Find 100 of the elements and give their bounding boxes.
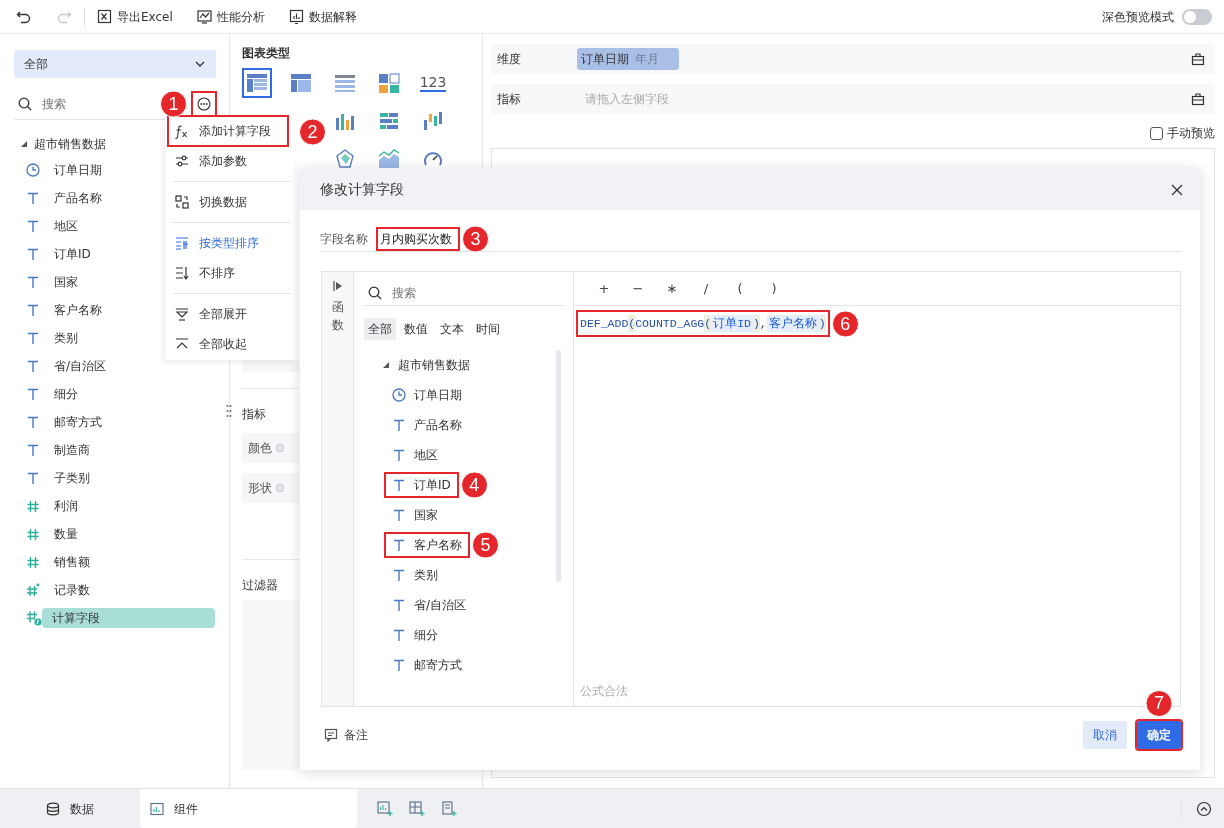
operator-button[interactable]: ) [766,278,782,299]
operator-button[interactable]: / [698,278,714,299]
table-chart-icon [246,72,268,94]
field-item[interactable]: 地区 [50,215,82,237]
field-item[interactable]: 订单ID [50,243,95,265]
field-item[interactable]: 客户名称 [386,534,468,556]
search-field[interactable]: 搜索 [40,93,150,114]
field-item[interactable]: 类别 [386,564,444,586]
filter-tab[interactable]: 文本 [436,318,468,340]
menu-item[interactable]: 切换数据 [169,188,287,216]
field-item[interactable]: 销售额 [50,551,94,573]
toolbar-button[interactable]: 导出Excel [93,5,177,28]
toggle-switch[interactable] [1182,8,1212,25]
field-item[interactable]: 邮寄方式 [50,411,106,433]
area-chart-icon [378,148,400,170]
field-item[interactable]: 地区 [386,444,444,466]
menu-item[interactable]: 全部收起 [169,330,287,358]
field-item[interactable]: 计算字段 [42,608,215,628]
field-item[interactable]: 邮寄方式 [386,654,468,676]
field-item[interactable]: 省/自治区 [50,355,111,377]
text-type-icon [26,191,40,205]
menu-item[interactable]: 按类型排序 [169,229,287,257]
shelf-label: 维度 [497,51,522,68]
field-item[interactable]: 省/自治区 [386,594,473,616]
operator-button[interactable]: + [596,278,612,299]
menu-item[interactable]: 添加参数 [169,147,287,175]
operator-button[interactable]: − [630,278,646,299]
briefcase-icon[interactable] [1191,92,1205,106]
menu-item[interactable]: 全部展开 [169,300,287,328]
note-button[interactable]: 备注 [324,726,368,744]
close-icon [1170,182,1184,197]
field-item[interactable]: 订单ID [386,474,457,496]
sliders-icon [175,153,189,169]
field-item[interactable]: 产品名称 [386,414,468,436]
filter-tab[interactable]: 数值 [400,318,432,340]
add-layout-icon[interactable] [409,800,425,817]
cancel-button[interactable]: 取消 [1083,721,1127,749]
dataset-name[interactable]: 超市销售数据 [34,135,106,153]
collapse-up-icon[interactable] [1196,800,1212,817]
expand-caret-icon[interactable] [20,140,28,148]
field-item[interactable]: 订单日期 [50,159,106,181]
field-item[interactable]: 国家 [386,504,444,526]
collapse-arrow-icon[interactable] [331,280,344,292]
drag-handle-icon[interactable] [226,404,232,418]
clock-icon [26,163,40,177]
formula-text[interactable]: DEF_ADD(COUNTD_AGG( 订单ID ), 客户名称 ) [578,312,828,336]
name-input[interactable]: 月内购买次数 [378,228,458,249]
field-item[interactable]: 国家 [50,271,82,293]
operator-button[interactable]: ( [732,278,748,299]
scope-dropdown[interactable]: 全部 [14,50,216,78]
menu-item[interactable]: 添加计算字段 [169,117,287,145]
scrollbar[interactable] [556,350,561,582]
briefcase-icon[interactable] [1191,52,1205,66]
filter-tab[interactable]: 全部 [364,318,396,340]
field-item[interactable]: 客户名称 [50,299,106,321]
add-page-icon[interactable] [441,800,457,817]
annotation-badge: 1 [160,90,187,117]
chart-type-button[interactable]: 123 [418,68,448,98]
field-item[interactable]: 类别 [50,327,82,349]
dialog-title: 修改计算字段 [320,179,404,199]
operator-button[interactable]: ∗ [664,278,680,299]
dataset-name[interactable]: 超市销售数据 [398,356,470,374]
gear-icon [275,443,285,453]
text-type-icon [26,387,40,401]
section-title: 过滤器 [242,577,279,594]
crosstab-icon [290,72,312,94]
annotation-badge: 5 [472,531,499,559]
block-chart-icon [378,72,400,94]
database-icon [46,801,60,816]
text-type-icon [26,219,40,233]
field-item[interactable]: 子类别 [50,467,94,489]
field-item[interactable]: 产品名称 [50,187,106,209]
checkbox[interactable] [1150,126,1163,140]
add-chart-icon[interactable] [377,800,393,817]
more-button[interactable] [193,92,215,115]
toolbar-button[interactable]: 性能分析 [192,5,269,28]
bottom-tab[interactable]: 组件 [140,788,357,828]
menu-item[interactable]: 不排序 [169,259,287,287]
text-type-icon [26,415,40,429]
text-type-icon [26,331,40,345]
bottom-tab[interactable]: 数据 [0,788,140,828]
switch-data-icon [175,194,189,210]
field-item[interactable]: 制造商 [50,439,94,461]
text-type-icon [26,443,40,457]
side-tab[interactable]: 函数 [331,298,344,334]
toolbar-button[interactable]: 数据解释 [284,5,361,28]
field-item[interactable]: 数量 [50,523,82,545]
filter-tab[interactable]: 时间 [472,318,504,340]
field-item[interactable]: 细分 [386,624,444,646]
encoding-button[interactable]: 形状 [242,473,299,503]
encoding-button[interactable]: 颜色 [242,433,299,463]
chart-type-button[interactable] [242,68,272,98]
field-item[interactable]: 记录数 [50,579,94,601]
field-chip[interactable]: 订单日期 年月 [577,48,679,70]
field-item[interactable]: 利润 [50,495,82,517]
confirm-button[interactable]: 确定 [1137,721,1181,749]
field-label: 字段名称 [320,230,368,248]
field-item[interactable]: 细分 [50,383,82,405]
expand-caret-icon[interactable] [382,361,390,369]
field-item[interactable]: 订单日期 [386,384,468,406]
